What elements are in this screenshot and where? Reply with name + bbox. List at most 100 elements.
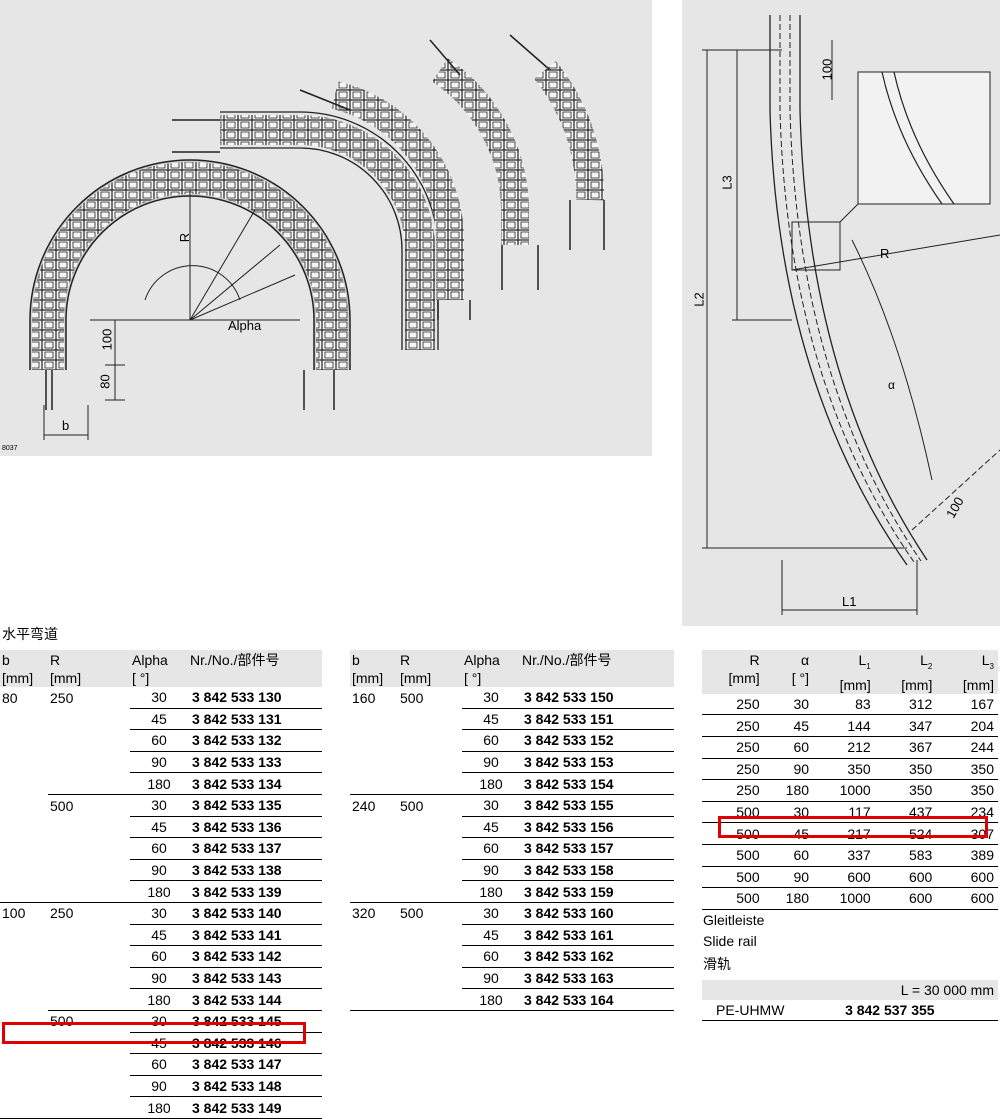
hdr-alpha-unit: [ °]: [132, 670, 150, 686]
cell-alpha: 60: [130, 1053, 188, 1076]
table-row: 90 3 842 533 158: [350, 859, 674, 882]
table-header: b [mm] R [mm] Alpha [ °] Nr./No./部件号: [0, 650, 322, 687]
table-row: 45 3 842 533 141: [0, 924, 322, 947]
cell-r: 250: [702, 736, 764, 759]
cell-alpha: 45: [462, 816, 520, 839]
cell-b: [350, 708, 398, 730]
table-row: 80 250 30 3 842 533 130: [0, 687, 322, 709]
table-row: 60 3 842 533 152: [350, 729, 674, 752]
label-l2: L2: [691, 292, 707, 307]
table-row: 180 3 842 533 164: [350, 988, 674, 1011]
hdr-r-unit: [mm]: [400, 670, 432, 686]
cell-part-number: 3 842 533 157: [520, 837, 674, 860]
cell-b: [0, 1075, 48, 1097]
cell-part-number: 3 842 533 155: [520, 794, 674, 817]
cell-part-number: 3 842 533 151: [520, 708, 674, 731]
cell-part-number: 3 842 533 139: [188, 880, 322, 903]
hdr-nr: Nr./No./部件号: [522, 652, 612, 668]
hdr-r: R: [50, 652, 61, 668]
cell-r: 250: [702, 758, 764, 781]
cell-b: [350, 772, 398, 795]
cell-r: 500: [702, 887, 764, 910]
cell-l3: 350: [936, 758, 998, 781]
cell-b: [0, 773, 48, 795]
cell-b: [0, 708, 48, 730]
cell-alpha: 45: [130, 816, 188, 839]
table-row: 250 180 1000 350 350: [702, 779, 998, 802]
cell-r: 500: [400, 905, 424, 922]
hdr-r-unit: [mm]: [50, 670, 82, 686]
slide-rail-title-cn: 滑轨: [703, 956, 731, 972]
table-row: 180 3 842 533 154: [350, 772, 674, 795]
table-header: R [mm] α[ °] L1 [mm] L2 [mm] L3 [mm]: [702, 650, 998, 694]
cell-b: [350, 730, 398, 752]
cell-r: 500: [702, 844, 764, 867]
cell-a: 180: [763, 887, 814, 910]
cell-a: 45: [763, 714, 814, 737]
cell-l2: 350: [874, 779, 937, 802]
cell-part-number: 3 842 533 161: [520, 924, 674, 947]
highlight-row-500-45: [718, 816, 988, 838]
cell-l2: 312: [874, 693, 937, 716]
cell-b: [350, 751, 398, 773]
cell-r: [48, 1075, 130, 1097]
table-row: 60 3 842 533 162: [350, 945, 674, 968]
cell-r: [398, 772, 462, 795]
hdr-b: b: [352, 652, 360, 668]
cell-b: [350, 967, 398, 989]
hdr-l1-sub: 1: [866, 661, 871, 671]
cell-b: [0, 967, 48, 989]
cell-l3: 244: [936, 736, 998, 759]
cell-b: [0, 989, 48, 1011]
cell-alpha: 90: [462, 751, 520, 774]
table-header: b [mm] R [mm] Alpha [ °] Nr./No./部件号: [350, 650, 674, 687]
cell-r: 500: [400, 689, 424, 706]
table-row: 180 3 842 533 139: [0, 880, 322, 903]
section-title: 水平弯道: [2, 626, 58, 642]
hdr-l3: L: [981, 652, 990, 668]
cell-b: [0, 1054, 48, 1076]
cell-a: 90: [763, 758, 814, 781]
cell-alpha: 90: [130, 859, 188, 882]
hdr-alpha: Alpha: [132, 652, 168, 668]
cell-b: [0, 880, 48, 903]
hdr-b: b: [2, 652, 10, 668]
cell-part-number: 3 842 533 138: [188, 859, 322, 882]
table-row: 60 3 842 533 132: [0, 729, 322, 752]
cell-b: [0, 859, 48, 881]
table-row: 90 3 842 533 143: [0, 967, 322, 990]
cell-part-number: 3 842 533 159: [520, 880, 674, 903]
slide-rail-part-no: 3 842 537 355: [841, 1000, 998, 1021]
hdr-alpha-unit: [ °]: [791, 670, 810, 686]
cell-b: 80: [2, 689, 18, 706]
cell-r: [48, 924, 130, 946]
table-row: 100 250 30 3 842 533 140: [0, 902, 322, 925]
label-r-right: R: [880, 246, 890, 261]
cell-a: 90: [763, 866, 814, 889]
cell-l2: 600: [874, 866, 937, 889]
hdr-nr: Nr./No./部件号: [190, 652, 280, 668]
cell-alpha: 90: [462, 967, 520, 990]
cell-b: [0, 924, 48, 946]
table-row: 90 3 842 533 163: [350, 967, 674, 990]
slide-rail-material: PE-UHMW: [702, 1000, 842, 1021]
hdr-l3-sub: 3: [989, 661, 994, 671]
cell-l1: 337: [813, 844, 875, 867]
cell-alpha: 45: [130, 924, 188, 947]
slide-rail-table: L = 30 000 mm PE-UHMW 3 842 537 355: [702, 980, 998, 1021]
table-row: 90 3 842 533 133: [0, 751, 322, 774]
cell-alpha: 30: [462, 902, 520, 925]
cell-r: [48, 946, 130, 968]
cell-alpha: 90: [462, 859, 520, 882]
part-number-table-2: b [mm] R [mm] Alpha [ °] Nr./No./部件号 160 500…: [350, 650, 674, 1011]
slide-rail-header: L = 30 000 mm: [702, 980, 998, 1000]
hdr-l2-sub: 2: [927, 661, 933, 671]
table-row: 60 3 842 533 142: [0, 945, 322, 968]
table-row: 90 3 842 533 148: [0, 1075, 322, 1098]
cell-l1: 600: [813, 866, 875, 889]
hdr-l1-unit: [mm]: [839, 676, 871, 693]
table-row: 45 3 842 533 136: [0, 816, 322, 839]
cell-part-number: 3 842 533 134: [188, 772, 322, 795]
cell-part-number: 3 842 533 130: [188, 687, 322, 709]
label-dim-100: 100: [99, 328, 115, 351]
